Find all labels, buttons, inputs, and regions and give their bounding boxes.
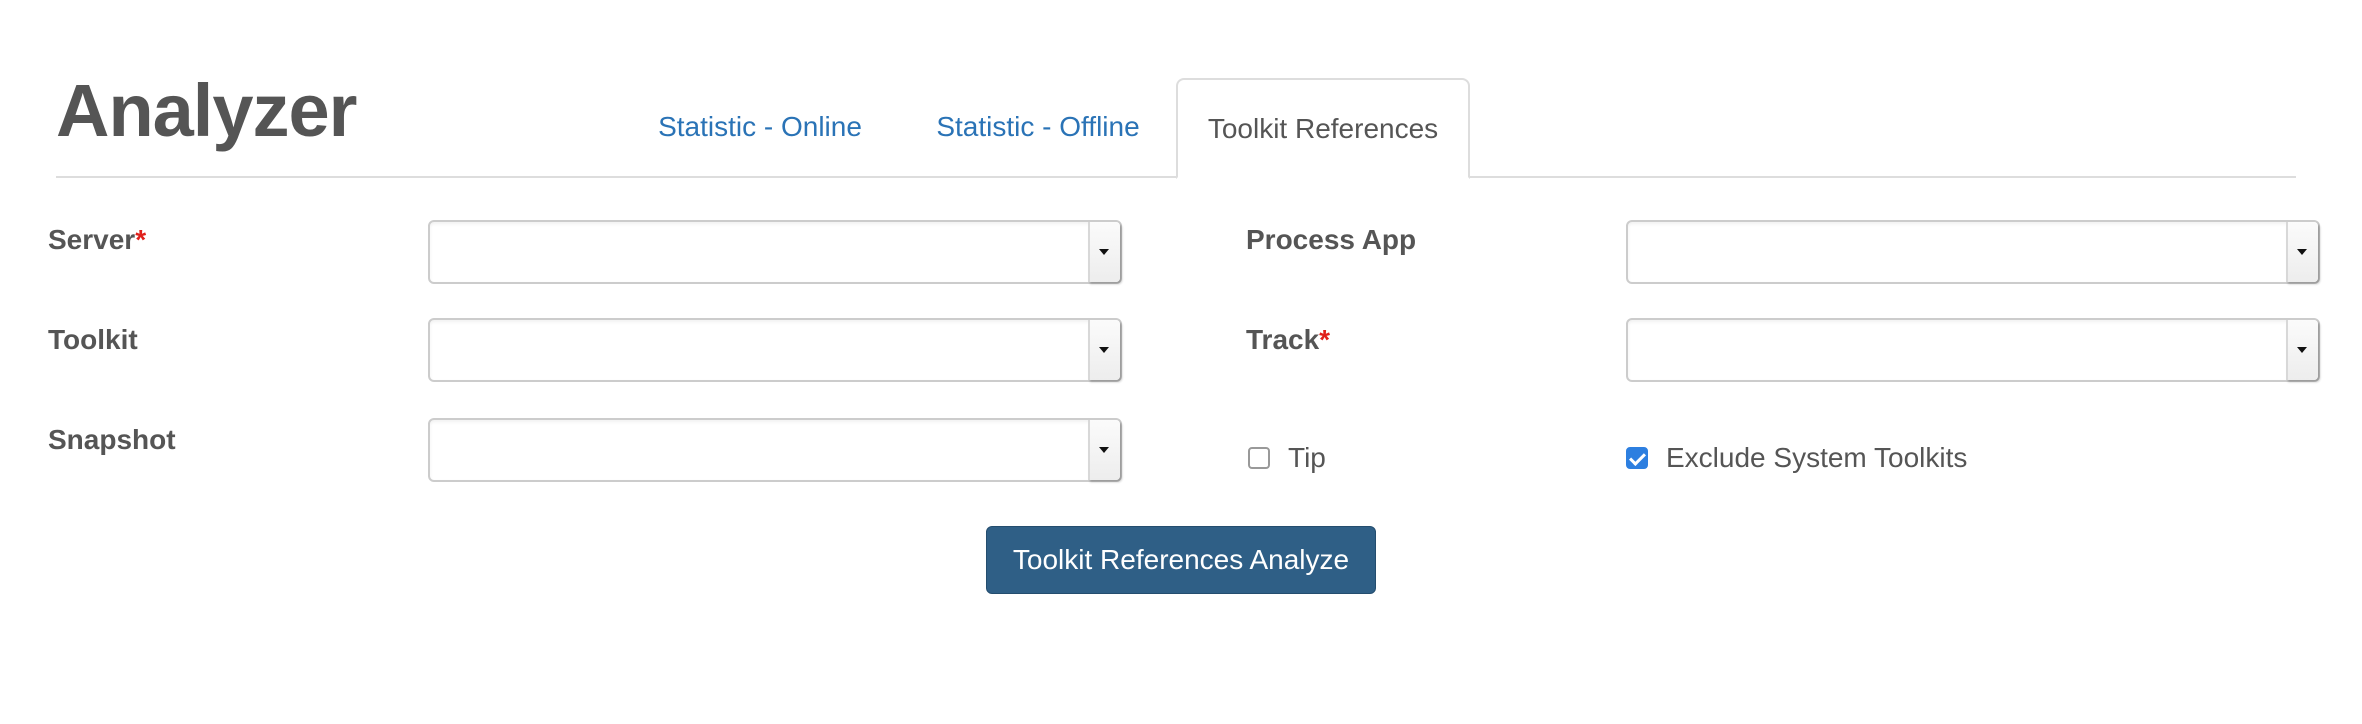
track-label: Track*: [1246, 326, 1330, 354]
track-label-text: Track: [1246, 324, 1320, 355]
toolkit-label: Toolkit: [48, 324, 138, 355]
required-mark: *: [1319, 324, 1331, 355]
dropdown-button[interactable]: [1088, 222, 1120, 282]
tab-statistic-online[interactable]: Statistic - Online: [630, 78, 890, 176]
chevron-down-icon: [2297, 249, 2307, 255]
process-app-select[interactable]: [1626, 220, 2320, 284]
server-label: Server*: [48, 226, 146, 254]
dropdown-button[interactable]: [1088, 320, 1120, 380]
server-select[interactable]: [428, 220, 1122, 284]
tab-statistic-offline[interactable]: Statistic - Offline: [908, 78, 1168, 176]
exclude-system-toolkits-label: Exclude System Toolkits: [1666, 442, 1968, 473]
tip-option[interactable]: Tip: [1248, 442, 1326, 474]
required-mark: *: [135, 224, 147, 255]
tip-checkbox[interactable]: [1248, 447, 1270, 469]
chevron-down-icon: [1099, 447, 1109, 453]
dropdown-button[interactable]: [2286, 320, 2318, 380]
chevron-down-icon: [2297, 347, 2307, 353]
chevron-down-icon: [1099, 249, 1109, 255]
exclude-system-toolkits-option[interactable]: Exclude System Toolkits: [1626, 442, 1967, 474]
toolkit-references-analyze-button[interactable]: Toolkit References Analyze: [986, 526, 1376, 594]
server-label-text: Server: [48, 224, 136, 255]
process-app-label: Process App: [1246, 224, 1417, 255]
dropdown-button[interactable]: [1088, 420, 1120, 480]
dropdown-button[interactable]: [2286, 222, 2318, 282]
snapshot-select[interactable]: [428, 418, 1122, 482]
exclude-system-toolkits-checkbox[interactable]: [1626, 447, 1648, 469]
tab-label: Statistic - Online: [658, 111, 862, 142]
tip-label: Tip: [1288, 442, 1326, 473]
snapshot-label: Snapshot: [48, 424, 176, 455]
tab-label: Toolkit References: [1207, 112, 1439, 144]
track-select[interactable]: [1626, 318, 2320, 382]
tab-toolkit-references[interactable]: Toolkit References: [1176, 78, 1470, 179]
toolkit-select[interactable]: [428, 318, 1122, 382]
page-title: Analyzer: [56, 69, 357, 152]
chevron-down-icon: [1099, 347, 1109, 353]
tab-label: Statistic - Offline: [936, 111, 1140, 142]
